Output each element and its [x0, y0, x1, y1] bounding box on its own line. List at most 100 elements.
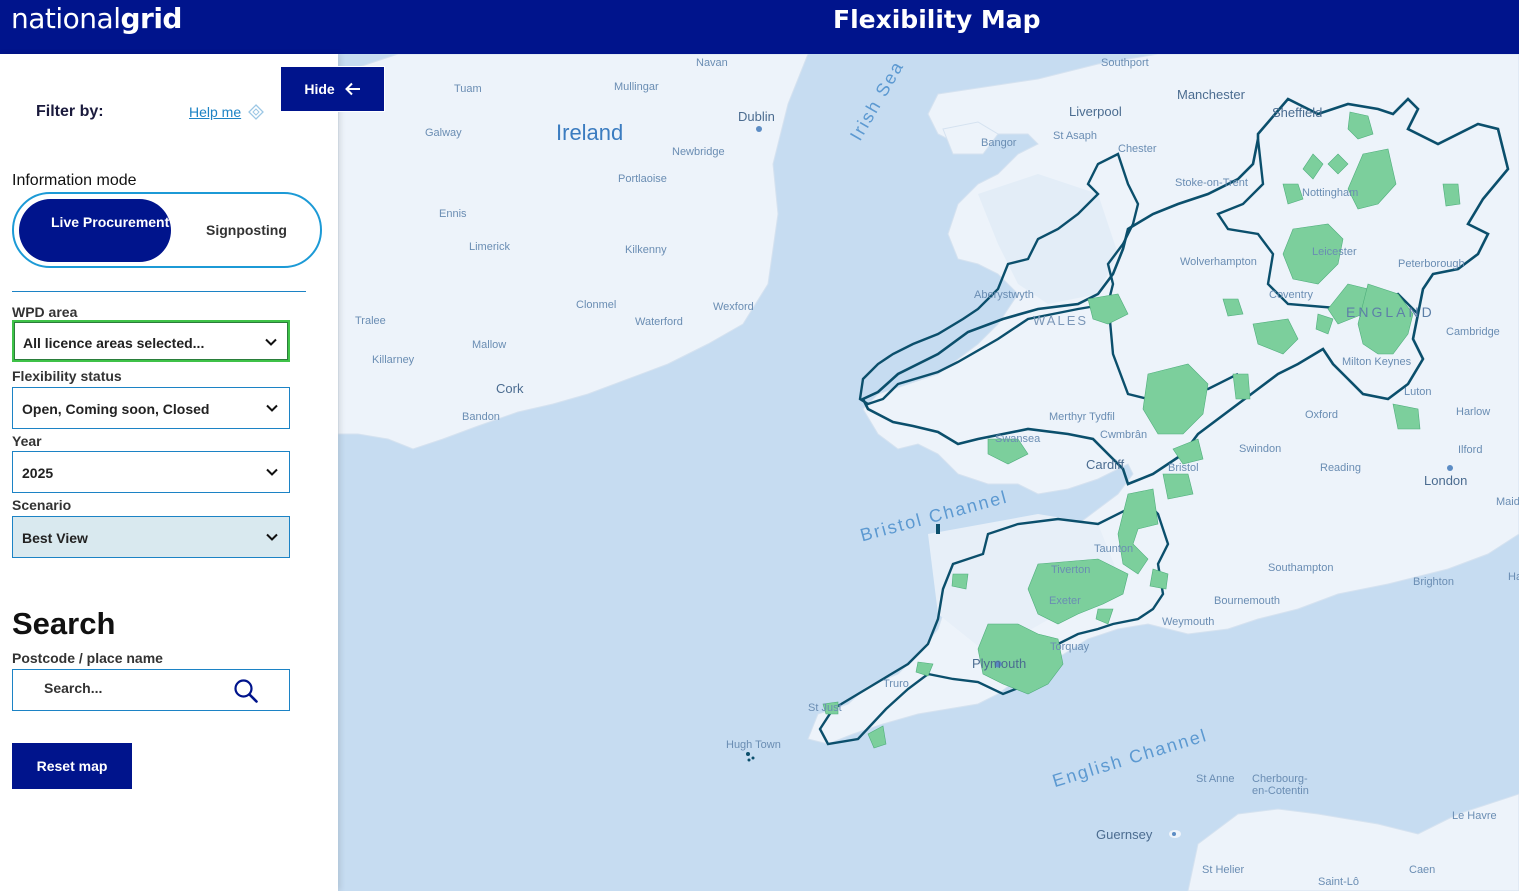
map-label: St Helier [1202, 864, 1245, 876]
map-label: Brighton [1413, 576, 1454, 588]
map-label: WALES [1033, 313, 1089, 328]
map-label: Dublin [738, 109, 775, 124]
map-label: Peterborough [1398, 258, 1465, 270]
scenario-value: Best View [22, 530, 88, 546]
map-label: Killarney [372, 354, 415, 366]
map-label: Ha [1508, 571, 1519, 583]
filter-by-label: Filter by: [36, 103, 104, 120]
map-label: Weymouth [1162, 616, 1215, 628]
map-label: Coventry [1269, 289, 1314, 301]
map-label: Swindon [1239, 443, 1282, 455]
year-value: 2025 [22, 465, 54, 481]
map-label: Harlow [1456, 406, 1491, 418]
map-label: Bristol [1168, 462, 1199, 474]
map-label: Swansea [995, 433, 1041, 445]
map-label: Cork [496, 381, 524, 396]
scilly-island [751, 756, 755, 760]
map-label: Waterford [635, 316, 683, 328]
map-label: Reading [1320, 462, 1361, 474]
map-label: Chester [1118, 143, 1157, 155]
flex-zone [951, 573, 969, 590]
map-label: Stoke-on-Trent [1175, 177, 1248, 189]
filter-sidebar: Filter by: Help me Information mode Live… [0, 54, 338, 891]
map-label: St Just [808, 702, 842, 714]
map-label: Wolverhampton [1180, 256, 1257, 268]
map-label: Merthyr Tydfil [1049, 411, 1115, 423]
map-label: Maid [1496, 496, 1519, 508]
arrow-left-icon [344, 82, 360, 96]
map-label: Guernsey [1096, 827, 1153, 842]
map-label: Mullingar [614, 81, 659, 93]
map-label: St Anne [1196, 773, 1235, 785]
flexibility-status-label: Flexibility status [12, 368, 122, 384]
map-label: Cardiff [1086, 457, 1125, 472]
flex-zone [1232, 373, 1251, 400]
map-label: Portlaoise [618, 173, 667, 185]
flexibility-status-select[interactable]: Open, Coming soon, Closed [12, 387, 290, 429]
city-dot [1172, 832, 1176, 836]
map-label: Caen [1409, 864, 1436, 876]
map-label: Tralee [355, 315, 386, 327]
map-label: Oxford [1305, 409, 1339, 421]
map-label: Liverpool [1069, 104, 1122, 119]
map-label: Luton [1404, 386, 1432, 398]
wpd-area-select[interactable]: All licence areas selected... [12, 320, 290, 362]
wpd-area-value: All licence areas selected... [23, 335, 205, 351]
search-heading: Search [12, 606, 116, 641]
hide-panel-button[interactable]: Hide [280, 66, 385, 112]
scenario-select[interactable]: Best View [12, 516, 290, 558]
map-label: Wexford [713, 301, 754, 313]
map-label: St Asaph [1053, 130, 1098, 142]
city-dot [756, 126, 762, 132]
chevron-down-icon [266, 404, 278, 412]
map-label: Le Havre [1452, 810, 1497, 822]
help-me-link[interactable]: Help me [189, 104, 241, 120]
search-icon[interactable] [233, 678, 259, 704]
map-label: Sheffield [1272, 105, 1323, 120]
national-grid-logo[interactable]: nationalgrid [11, 2, 182, 36]
hide-label: Hide [304, 81, 335, 97]
map-label: Manchester [1177, 87, 1245, 102]
reset-map-button[interactable]: Reset map [12, 743, 132, 789]
map-label: London [1424, 473, 1468, 488]
map-label: Kilkenny [625, 244, 667, 256]
year-select[interactable]: 2025 [12, 451, 290, 493]
map-label: Nottingham [1302, 187, 1359, 199]
map-label: Bangor [981, 137, 1017, 149]
scenario-label: Scenario [12, 497, 72, 513]
map-label: Mallow [472, 339, 507, 351]
map-label: Plymouth [972, 656, 1027, 671]
top-bar: nationalgrid Flexibility Map [0, 0, 1519, 54]
map-label: Tuam [454, 83, 482, 95]
map-label: Ilford [1458, 444, 1483, 456]
map-label: Tiverton [1051, 564, 1091, 576]
divider [12, 291, 306, 292]
map-label: Cherbourg-en-Cotentin [1252, 773, 1309, 797]
information-mode-label: Information mode [12, 172, 137, 189]
flex-zone [1442, 183, 1461, 207]
map-label: Exeter [1049, 595, 1081, 607]
map-label: Milton Keynes [1342, 356, 1412, 368]
map-label: Cwmbrân [1100, 429, 1148, 441]
search-box [12, 669, 290, 711]
map-label: Aberystwyth [974, 289, 1034, 301]
search-input[interactable] [44, 680, 224, 696]
map-label: Truro [883, 678, 909, 690]
map-label: Ireland [556, 120, 624, 145]
map-label: Cambridge [1446, 326, 1500, 338]
map-label: Clonmel [576, 299, 617, 311]
map-label: Torquay [1050, 641, 1090, 653]
flexibility-map[interactable]: Navan Tuam Mullingar Dublin Ireland Galw… [338, 54, 1519, 891]
information-mode-toggle[interactable]: Live Procurement Signposting [12, 192, 322, 268]
scilly-isles [746, 752, 755, 762]
mode-live-procurement[interactable]: Live Procurement [19, 199, 171, 262]
chevron-down-icon [266, 468, 278, 476]
mode-signposting[interactable]: Signposting [206, 222, 287, 238]
map-label: Galway [425, 127, 462, 139]
help-diamond-icon[interactable] [248, 104, 264, 120]
scilly-island [747, 758, 751, 762]
map-label: Limerick [469, 241, 510, 253]
flexibility-status-value: Open, Coming soon, Closed [22, 401, 210, 417]
year-label: Year [12, 433, 42, 449]
map-label: Bournemouth [1214, 595, 1281, 607]
